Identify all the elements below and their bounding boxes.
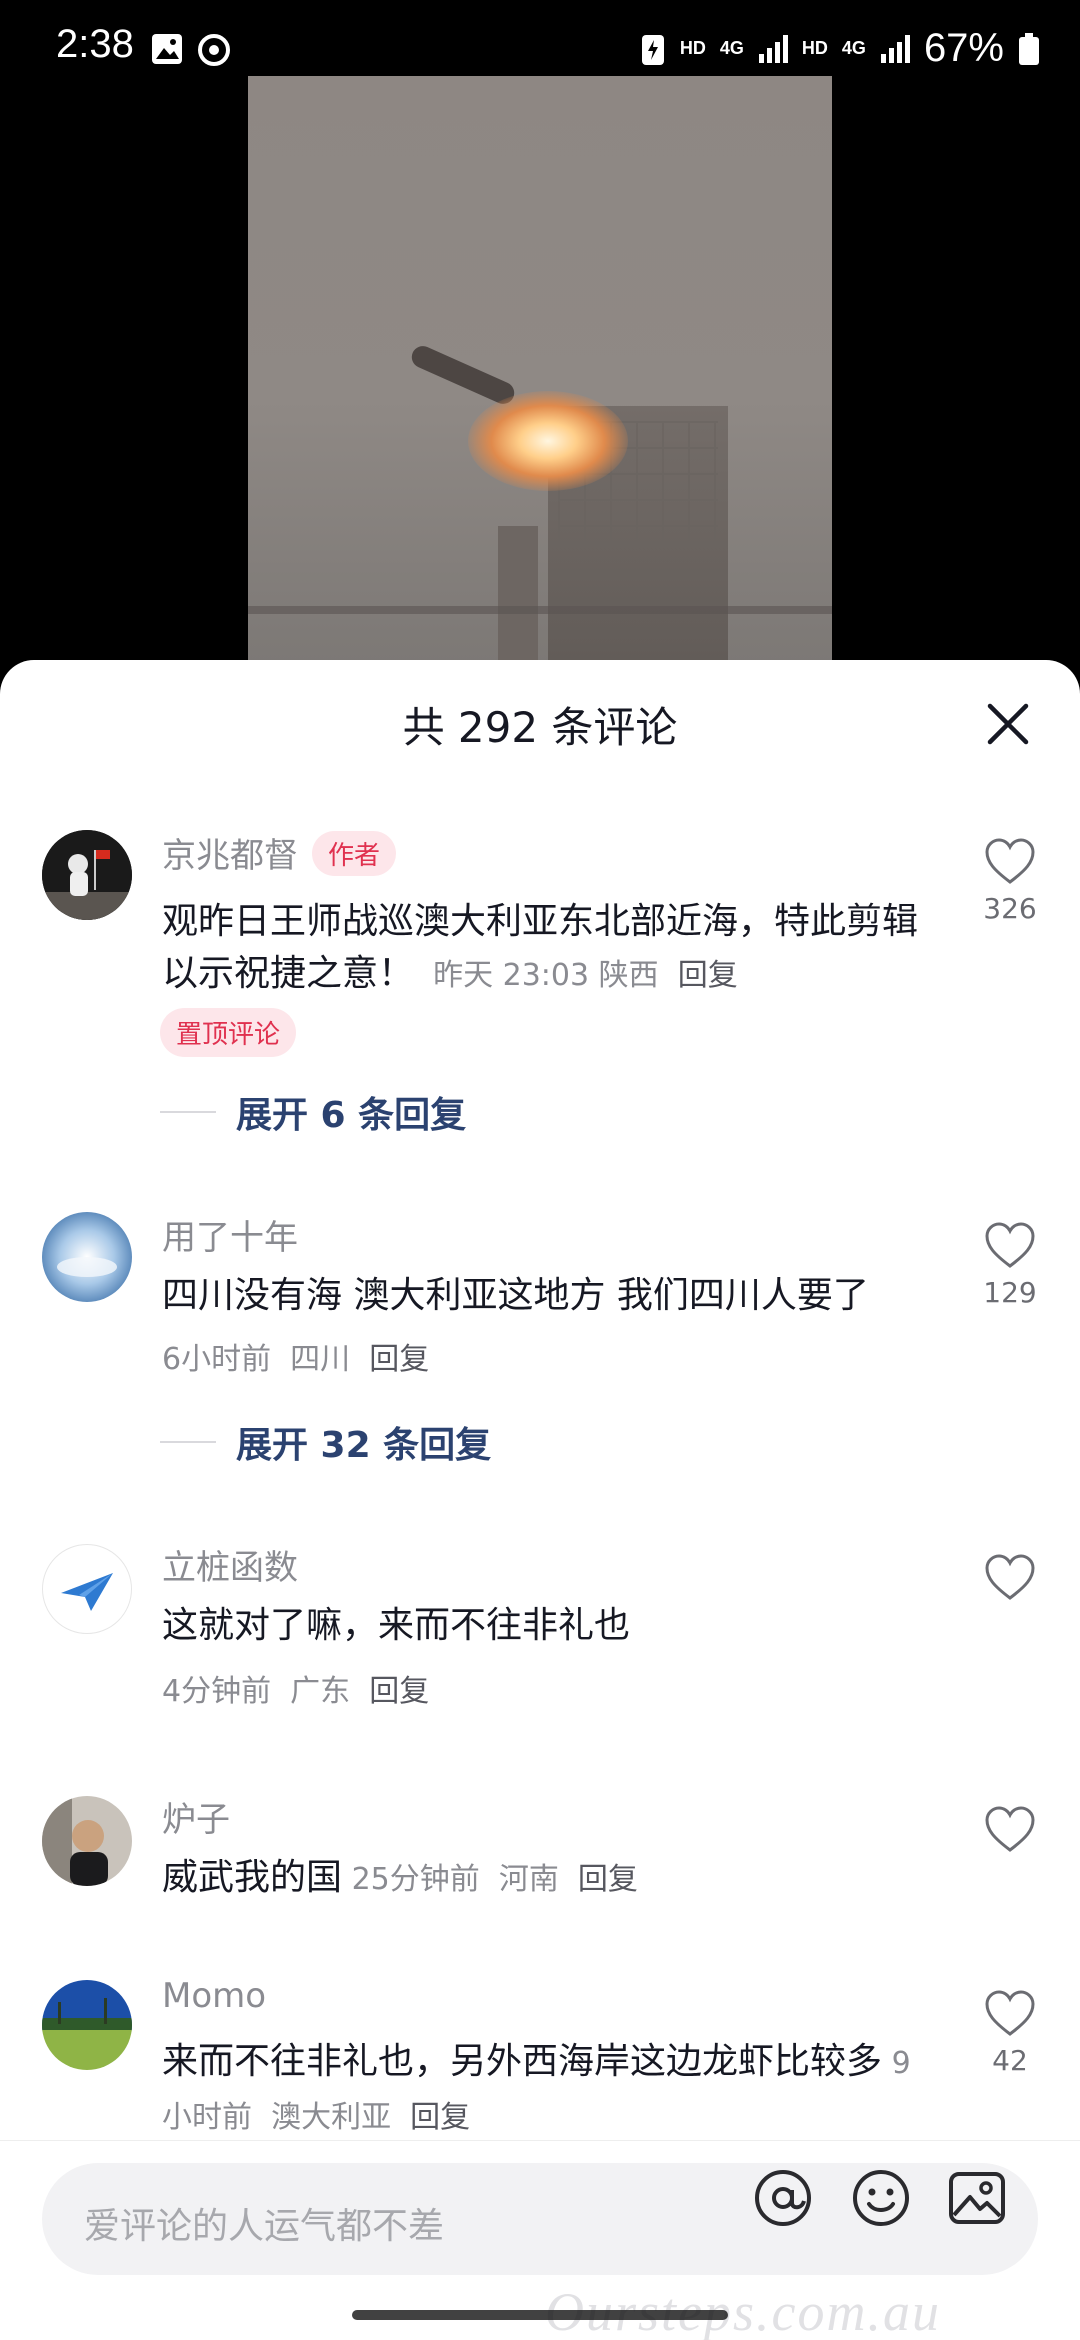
signal-icon — [758, 34, 788, 63]
comment-text[interactable]: 四川没有海 澳大利亚这地方 我们四川人要了 — [162, 1270, 962, 1322]
video-mast — [498, 526, 538, 666]
like-count: 326 — [983, 892, 1037, 925]
battery-percent: 67% — [923, 26, 1004, 70]
expand-replies[interactable]: 展开 32 条回复 — [160, 1416, 491, 1468]
expand-divider — [160, 1111, 216, 1113]
heart-icon[interactable] — [984, 1990, 1036, 2038]
video-flash — [468, 391, 628, 491]
close-icon[interactable] — [982, 698, 1034, 750]
comment-location: 河南 — [498, 1862, 559, 1897]
comment-username[interactable]: 炉子 — [162, 1792, 230, 1841]
signal-icon-2 — [880, 34, 910, 63]
like-button[interactable] — [980, 1806, 1040, 1854]
reply-button[interactable]: 回复 — [410, 2100, 470, 2135]
comment-text[interactable]: 这就对了嘛，来而不往非礼也 — [162, 1600, 942, 1652]
avatar[interactable] — [42, 1544, 132, 1634]
comment-meta: 4分钟前 广东 回复 — [162, 1666, 429, 1710]
reply-button[interactable]: 回复 — [678, 958, 738, 993]
gallery-icon — [152, 34, 182, 64]
emoji-icon[interactable] — [850, 2167, 912, 2229]
comments-sheet: 共 292 条评论 京兆都督 作者 观昨日王师战巡澳大利亚东北部近海，特此剪辑以示… — [0, 660, 1080, 2340]
comment-text[interactable]: 来而不往非礼也，另外西海岸这边龙虾比较多 9小时前 澳大利亚 回复 — [162, 2036, 922, 2144]
comment-time: 6小时前 — [162, 1342, 272, 1377]
heart-icon[interactable] — [984, 838, 1036, 886]
expand-replies[interactable]: 展开 6 条回复 — [160, 1086, 466, 1138]
image-icon[interactable] — [946, 2167, 1008, 2229]
comment-username[interactable]: 用了十年 — [162, 1210, 298, 1259]
comment-text[interactable]: 威武我的国 25分钟前 河南 回复 — [162, 1852, 942, 1906]
author-badge: 作者 — [312, 831, 397, 876]
comment-username[interactable]: 京兆都督 作者 — [162, 828, 397, 880]
network-label-2: 4G — [841, 38, 866, 58]
expand-divider — [160, 1441, 216, 1443]
comment-location: 四川 — [290, 1342, 351, 1377]
video-rail — [248, 606, 832, 614]
pinned-badge: 置顶评论 — [160, 1008, 297, 1057]
heart-icon[interactable] — [984, 1222, 1036, 1270]
reply-button[interactable]: 回复 — [369, 1674, 429, 1709]
battery-icon — [1019, 32, 1039, 65]
network-label: 4G — [719, 38, 744, 58]
like-button[interactable]: 326 — [980, 838, 1040, 925]
like-button[interactable] — [980, 1554, 1040, 1602]
comment-username[interactable]: Momo — [162, 1976, 266, 2016]
avatar[interactable] — [42, 830, 132, 920]
comment-location: 广东 — [290, 1674, 351, 1709]
comment-username[interactable]: 立桩函数 — [162, 1540, 298, 1589]
like-button[interactable]: 129 — [980, 1222, 1040, 1309]
like-button[interactable]: 42 — [980, 1990, 1040, 2077]
status-right: HD 4G HD 4G 67% — [640, 26, 1040, 71]
heart-icon[interactable] — [984, 1554, 1036, 1602]
comment-input-placeholder: 爱评论的人运气都不差 — [84, 2206, 445, 2247]
avatar[interactable] — [42, 1980, 132, 2070]
status-time: 2:38 — [56, 22, 134, 66]
comment-time: 昨天 23:03 — [433, 958, 590, 993]
battery-saver-icon — [641, 34, 664, 65]
like-count: 42 — [992, 2044, 1028, 2077]
comment-location: 澳大利亚 — [271, 2100, 392, 2135]
expand-replies-label[interactable]: 展开 32 条回复 — [236, 1416, 491, 1468]
mention-icon[interactable] — [752, 2167, 814, 2229]
video-missile — [408, 342, 518, 408]
expand-replies-label[interactable]: 展开 6 条回复 — [236, 1086, 466, 1138]
sync-icon — [198, 34, 230, 66]
avatar[interactable] — [42, 1212, 132, 1302]
reply-button[interactable]: 回复 — [369, 1342, 429, 1377]
reply-button[interactable]: 回复 — [578, 1862, 638, 1897]
comment-time: 4分钟前 — [162, 1674, 272, 1709]
comment-text[interactable]: 观昨日王师战巡澳大利亚东北部近海，特此剪辑以示祝捷之意！ 昨天 23:03 陕西… — [162, 896, 942, 1002]
heart-icon[interactable] — [984, 1806, 1036, 1854]
hd-label: HD — [679, 38, 706, 58]
avatar[interactable] — [42, 1796, 132, 1886]
comment-time: 25分钟前 — [351, 1862, 480, 1897]
like-count: 129 — [983, 1276, 1037, 1309]
video-player[interactable] — [248, 76, 832, 666]
hd-label-2: HD — [801, 38, 828, 58]
comment-location: 陕西 — [598, 958, 659, 993]
comment-meta: 6小时前 四川 回复 — [162, 1334, 429, 1378]
comments-count-title: 共 292 条评论 — [402, 703, 678, 752]
home-indicator[interactable] — [352, 2310, 728, 2320]
